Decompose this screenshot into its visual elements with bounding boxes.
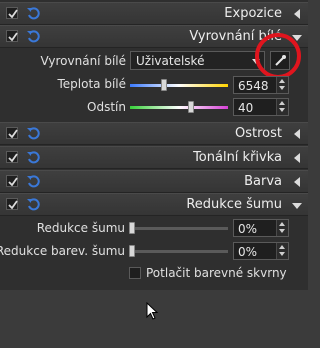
down-icon[interactable] [279,229,285,233]
mouse-cursor-icon [146,302,159,320]
noise-input[interactable]: 0% [233,219,289,237]
section-tonalni-krivka[interactable]: Tonální křivka [0,146,308,169]
adjustments-panel: Expozice Vyrovnání bílé Vyrovnání bílé U… [0,0,308,290]
section-barva[interactable]: Barva [0,170,308,193]
chevron-left-icon[interactable] [294,9,300,19]
up-icon[interactable] [279,222,285,226]
checkbox-icon[interactable] [6,7,18,19]
suppress-color-spots-checkbox[interactable] [129,267,141,279]
checkbox-icon[interactable] [6,30,18,42]
tint-slider[interactable] [130,106,228,109]
color-noise-label: Redukce barev. šumu [0,244,125,258]
temperature-slider[interactable] [130,84,228,87]
noise-label: Redukce šumu [36,221,125,235]
down-icon[interactable] [279,86,285,90]
temperature-slider-handle[interactable] [161,79,167,91]
reset-icon[interactable] [26,197,40,211]
suppress-color-spots-label: Potlačit barevné skvrny [146,266,287,280]
reset-icon[interactable] [26,150,40,164]
checkbox-icon[interactable] [6,151,18,163]
noise-value: 0% [238,222,258,236]
white-balance-label: Vyrovnání bílé [40,54,126,68]
reset-icon[interactable] [26,29,40,43]
tint-value: 40 [238,101,254,115]
down-icon[interactable] [279,252,285,256]
up-icon[interactable] [279,245,285,249]
section-title: Expozice [224,6,282,21]
reset-icon[interactable] [26,174,40,188]
checkbox-icon[interactable] [6,175,18,187]
section-redukce-sumu[interactable]: Redukce šumu [0,193,308,216]
section-title: Tonální křivka [193,150,282,165]
section-title: Redukce šumu [186,197,282,212]
white-balance-mode-value: Uživatelské [136,54,205,68]
down-icon[interactable] [279,108,285,112]
tint-input[interactable]: 40 [233,98,289,116]
temperature-input[interactable]: 6548 [233,76,289,94]
chevron-left-icon[interactable] [294,129,300,139]
reset-icon[interactable] [26,126,40,140]
noise-slider-handle[interactable] [129,222,135,234]
color-noise-slider-handle[interactable] [129,245,135,257]
stepper[interactable] [276,220,288,236]
tint-label: Odstín [87,100,126,114]
stepper[interactable] [276,77,288,93]
checkbox-icon[interactable] [6,198,18,210]
highlight-circle [255,33,301,79]
section-expozice[interactable]: Expozice [0,2,308,25]
section-title: Barva [244,174,282,189]
section-title: Ostrost [235,126,282,141]
color-noise-value: 0% [238,245,258,259]
temperature-value: 6548 [238,79,269,93]
tint-slider-handle[interactable] [188,101,194,113]
temperature-label: Teplota bílé [57,77,126,91]
chevron-left-icon[interactable] [294,177,300,187]
color-noise-input[interactable]: 0% [233,242,289,260]
white-balance-mode-select[interactable]: Uživatelské [130,51,265,70]
up-icon[interactable] [279,101,285,105]
section-ostrost[interactable]: Ostrost [0,122,308,145]
stepper[interactable] [276,99,288,115]
color-noise-slider[interactable] [130,250,228,253]
chevron-down-icon[interactable] [292,203,302,209]
stepper[interactable] [276,243,288,259]
checkbox-icon[interactable] [6,127,18,139]
chevron-left-icon[interactable] [294,153,300,163]
noise-slider[interactable] [130,227,228,230]
reset-icon[interactable] [26,6,40,20]
up-icon[interactable] [279,79,285,83]
